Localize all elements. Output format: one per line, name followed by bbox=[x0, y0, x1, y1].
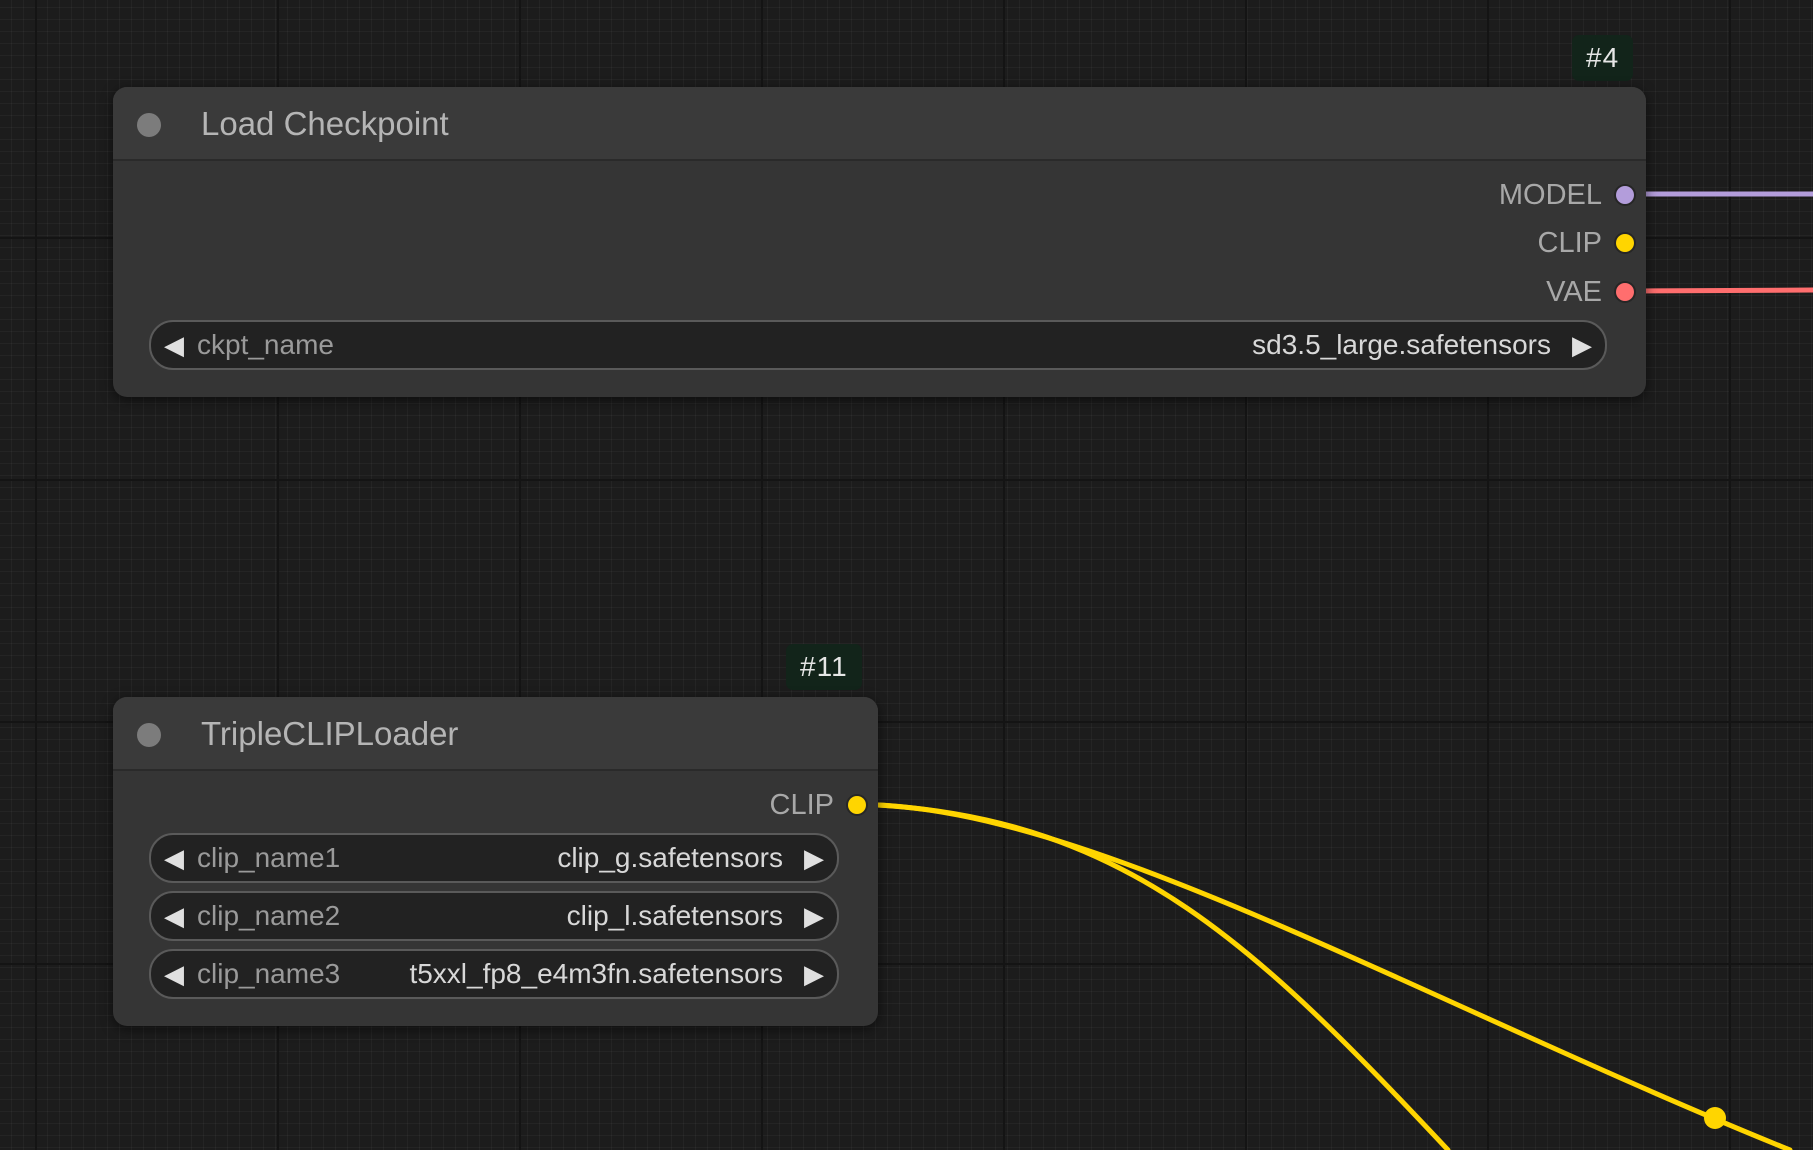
increment-arrow-icon[interactable]: ▶ bbox=[791, 843, 837, 874]
increment-arrow-icon[interactable]: ▶ bbox=[791, 901, 837, 932]
clip-name3-combo[interactable]: ◀ clip_name3 t5xxl_fp8_e4m3fn.safetensor… bbox=[149, 949, 839, 999]
collapse-dot-icon[interactable] bbox=[137, 113, 161, 137]
node-title: Load Checkpoint bbox=[201, 105, 449, 142]
node-title-bar[interactable]: TripleCLIPLoader bbox=[113, 697, 878, 771]
output-slot-dot-icon[interactable] bbox=[848, 796, 866, 814]
output-vae[interactable]: VAE bbox=[1546, 272, 1634, 312]
output-clip[interactable]: CLIP bbox=[1538, 223, 1634, 263]
widget-value: sd3.5_large.safetensors bbox=[1252, 329, 1551, 360]
decrement-arrow-icon[interactable]: ◀ bbox=[151, 901, 197, 932]
clip-name1-combo[interactable]: ◀ clip_name1 clip_g.safetensors ▶ bbox=[149, 833, 839, 883]
link-reroute-point[interactable] bbox=[1704, 1107, 1726, 1129]
clip-name2-combo[interactable]: ◀ clip_name2 clip_l.safetensors ▶ bbox=[149, 891, 839, 941]
output-model[interactable]: MODEL bbox=[1499, 175, 1634, 215]
node-title: TripleCLIPLoader bbox=[201, 715, 459, 752]
node-id-badge: #11 bbox=[786, 644, 862, 690]
widget-name: clip_name1 bbox=[197, 842, 341, 873]
node-id-badge: #4 bbox=[1572, 35, 1634, 81]
clip-link-1[interactable] bbox=[875, 802, 1451, 1150]
output-label: CLIP bbox=[1537, 226, 1602, 259]
decrement-arrow-icon[interactable]: ◀ bbox=[151, 843, 197, 874]
output-label: MODEL bbox=[1498, 178, 1602, 211]
node-title-bar[interactable]: Load Checkpoint bbox=[113, 87, 1646, 161]
widget-name: clip_name3 bbox=[197, 958, 341, 989]
widget-value: clip_l.safetensors bbox=[566, 900, 783, 931]
output-slot-dot-icon[interactable] bbox=[1616, 283, 1634, 301]
output-label: CLIP bbox=[769, 788, 834, 821]
output-clip[interactable]: CLIP bbox=[770, 785, 866, 825]
widget-value: clip_g.safetensors bbox=[557, 842, 783, 873]
vae-link[interactable] bbox=[1637, 287, 1813, 294]
load-checkpoint-node[interactable]: Load Checkpoint MODEL CLIP VAE ◀ ckpt_na… bbox=[113, 87, 1646, 397]
output-slot-dot-icon[interactable] bbox=[1616, 186, 1634, 204]
ckpt-name-combo[interactable]: ◀ ckpt_name sd3.5_large.safetensors ▶ bbox=[149, 320, 1607, 370]
widget-value: t5xxl_fp8_e4m3fn.safetensors bbox=[409, 958, 783, 989]
increment-arrow-icon[interactable]: ▶ bbox=[1559, 330, 1605, 361]
increment-arrow-icon[interactable]: ▶ bbox=[791, 959, 837, 990]
output-label: VAE bbox=[1546, 275, 1602, 308]
output-slot-dot-icon[interactable] bbox=[1616, 234, 1634, 252]
decrement-arrow-icon[interactable]: ◀ bbox=[151, 330, 197, 361]
collapse-dot-icon[interactable] bbox=[137, 723, 161, 747]
clip-link-2[interactable] bbox=[875, 802, 1793, 1150]
widget-name: clip_name2 bbox=[197, 900, 341, 931]
triple-clip-loader-node[interactable]: TripleCLIPLoader CLIP ◀ clip_name1 clip_… bbox=[113, 697, 878, 1026]
decrement-arrow-icon[interactable]: ◀ bbox=[151, 959, 197, 990]
widget-name: ckpt_name bbox=[197, 329, 334, 360]
